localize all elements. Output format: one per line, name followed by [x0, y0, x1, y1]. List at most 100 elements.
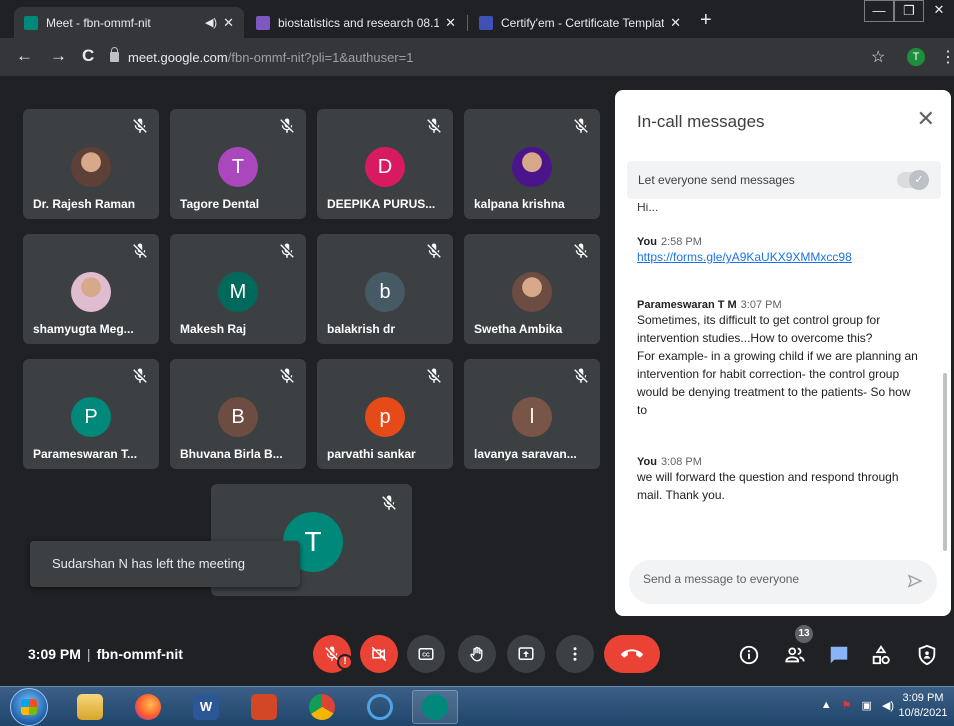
taskbar-word[interactable]: W [180, 690, 232, 724]
system-tray: ▲ ⚑ ▣ ◀) [821, 699, 894, 712]
participant-tile[interactable]: D DEEPIKA PURUS... [317, 109, 453, 219]
participant-avatar: l [512, 397, 552, 437]
volume-icon[interactable]: ◀) [882, 699, 894, 712]
participant-name: kalpana krishna [474, 197, 565, 211]
truncated-message: Hi... [637, 203, 659, 214]
participant-tile[interactable]: B Bhuvana Birla B... [170, 359, 306, 469]
taskbar-internet-explorer[interactable] [354, 690, 406, 724]
start-button[interactable] [10, 688, 48, 726]
close-tab-icon[interactable]: ✕ [445, 15, 456, 31]
speaker-icon[interactable]: ◀) [205, 16, 217, 29]
participant-name: Swetha Ambika [474, 322, 563, 336]
tab-certifyem[interactable]: Certify'em - Certificate Templates ✕ [469, 7, 691, 38]
camera-toggle-button[interactable] [360, 635, 398, 673]
send-icon[interactable] [907, 573, 923, 589]
activities-icon[interactable] [870, 644, 892, 666]
tab-biostatistics[interactable]: biostatistics and research 08.10.2 ✕ [246, 7, 466, 38]
meet-favicon-icon [24, 15, 38, 30]
browser-tabstrip: Meet - fbn-ommf-nit ◀) ✕ biostatistics a… [0, 0, 954, 38]
message-list[interactable]: Hi... You 2:58 PM https://forms.gle/yA9Ka… [615, 203, 951, 545]
raise-hand-button[interactable] [458, 635, 496, 673]
participant-photo [71, 147, 111, 187]
host-controls-icon[interactable] [916, 644, 938, 666]
participant-name: Makesh Raj [180, 322, 247, 336]
taskbar-clock[interactable]: 3:09 PM 10/8/2021 [896, 691, 950, 721]
participant-tile[interactable]: b balakrish dr [317, 234, 453, 344]
browser-menu-icon[interactable]: ⋮ [940, 47, 954, 67]
tab-title: Certify'em - Certificate Templates [501, 15, 665, 30]
close-tab-icon[interactable]: ✕ [670, 15, 681, 31]
bookmark-star-icon[interactable]: ☆ [871, 47, 885, 67]
taskbar-explorer[interactable] [64, 690, 116, 724]
taskbar-chrome[interactable] [296, 690, 348, 724]
participant-name: balakrish dr [327, 322, 396, 336]
left-meeting-toast: Sudarshan N has left the meeting [30, 541, 300, 587]
address-bar[interactable]: meet.google.com/fbn-ommf-nit?pli=1&authu… [110, 44, 930, 70]
participant-tile[interactable]: shamyugta Meg... [23, 234, 159, 344]
message-input[interactable] [643, 572, 893, 586]
people-icon[interactable] [784, 644, 806, 666]
action-center-flag-icon[interactable]: ⚑ [842, 699, 852, 712]
mic-off-icon [133, 368, 147, 383]
url-host: meet.google.com [128, 49, 228, 65]
participant-tile[interactable]: p parvathi sankar [317, 359, 453, 469]
participant-tile[interactable]: Swetha Ambika [464, 234, 600, 344]
message-time: 3:07 PM [740, 299, 782, 311]
url-path: /fbn-ommf-nit?pli=1&authuser=1 [227, 49, 414, 65]
taskbar-powerpoint[interactable] [238, 690, 290, 724]
minimize-button[interactable]: — [864, 0, 894, 22]
present-screen-button[interactable] [507, 635, 545, 673]
more-vert-icon [573, 647, 577, 661]
reload-button[interactable]: C [82, 46, 94, 66]
profile-avatar[interactable]: T [907, 48, 925, 66]
participant-tile[interactable]: kalpana krishna [464, 109, 600, 219]
participant-photo [71, 272, 111, 312]
meeting-details-icon[interactable] [738, 644, 760, 666]
participant-tile[interactable]: Dr. Rajesh Raman [23, 109, 159, 219]
participant-avatar: T [218, 147, 258, 187]
back-button[interactable]: ← [16, 46, 33, 66]
maximize-button[interactable]: ❐ [894, 0, 924, 22]
meeting-code: fbn-ommf-nit [96, 646, 183, 662]
taskbar-firefox[interactable] [122, 690, 174, 724]
message-time: 2:58 PM [660, 236, 702, 248]
toggle-label: Let everyone send messages [638, 173, 795, 187]
tray-expand-icon[interactable]: ▲ [821, 699, 832, 712]
tab-meet[interactable]: Meet - fbn-ommf-nit ◀) ✕ [14, 7, 244, 38]
forward-button[interactable]: → [50, 46, 67, 66]
leave-call-button[interactable] [604, 635, 660, 673]
participant-tile[interactable]: l lavanya saravan... [464, 359, 600, 469]
chat-scrollbar[interactable] [943, 373, 947, 551]
participant-tile[interactable]: M Makesh Raj [170, 234, 306, 344]
firefox-icon [135, 694, 161, 720]
participant-tile[interactable]: P Parameswaran T... [23, 359, 159, 469]
network-icon[interactable]: ▣ [861, 699, 871, 712]
chat-message: You 2:58 PM https://forms.gle/yA9KaUKX9XM… [637, 236, 937, 266]
participant-name: Bhuvana Birla B... [180, 447, 283, 461]
mic-off-icon [280, 118, 294, 133]
participant-avatar: B [218, 397, 258, 437]
tab-title: Meet - fbn-ommf-nit [46, 15, 151, 30]
mic-off-icon [574, 368, 588, 383]
close-tab-icon[interactable]: ✕ [223, 15, 234, 31]
close-window-button[interactable]: ✕ [924, 0, 954, 22]
close-panel-icon[interactable]: ✕ [917, 108, 935, 130]
message-line: Sometimes, its difficult to get control … [637, 313, 881, 327]
mic-warning-icon: ! [337, 654, 353, 670]
more-options-button[interactable] [556, 635, 594, 673]
chat-icon[interactable] [828, 644, 850, 666]
message-link[interactable]: https://forms.gle/yA9KaUKX9XMMxcc98 [637, 248, 937, 266]
taskbar-meet-window[interactable] [412, 690, 458, 724]
mic-off-icon [574, 243, 588, 258]
meet-app-icon [422, 694, 448, 720]
mic-off-icon [280, 243, 294, 258]
participant-tile[interactable]: T Tagore Dental [170, 109, 306, 219]
captions-button[interactable]: CC [407, 635, 445, 673]
certifyem-favicon-icon [479, 15, 493, 30]
message-time: 3:08 PM [660, 456, 702, 468]
message-line: For example- in a growing child if we ar… [637, 349, 918, 363]
lock-icon[interactable] [110, 47, 119, 62]
chat-message: You 3:08 PM we will forward the question … [637, 456, 937, 504]
send-permission-toggle[interactable]: ✓ [897, 170, 929, 190]
new-tab-button[interactable]: + [700, 10, 712, 30]
